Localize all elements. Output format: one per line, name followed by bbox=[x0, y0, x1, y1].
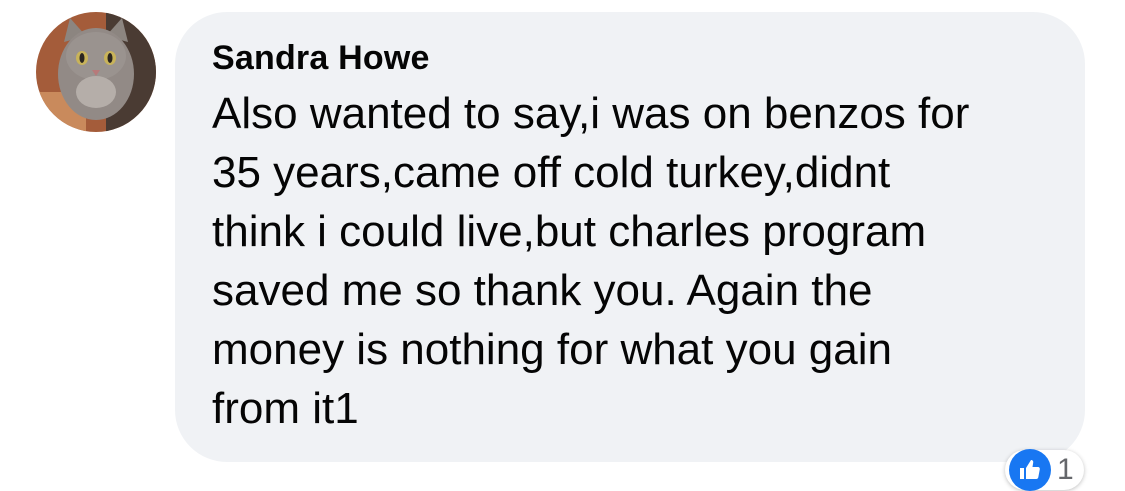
reaction-count: 1 bbox=[1057, 453, 1074, 486]
cat-avatar-image bbox=[36, 12, 156, 132]
comment-author-name[interactable]: Sandra Howe bbox=[212, 38, 1055, 78]
comment-bubble: Sandra Howe Also wanted to say,i was on … bbox=[175, 12, 1085, 462]
comment-text: Also wanted to say,i was on benzos for 3… bbox=[212, 89, 970, 433]
reaction-summary[interactable]: 1 bbox=[1005, 449, 1084, 491]
like-icon bbox=[1009, 449, 1051, 491]
avatar[interactable] bbox=[36, 12, 156, 132]
